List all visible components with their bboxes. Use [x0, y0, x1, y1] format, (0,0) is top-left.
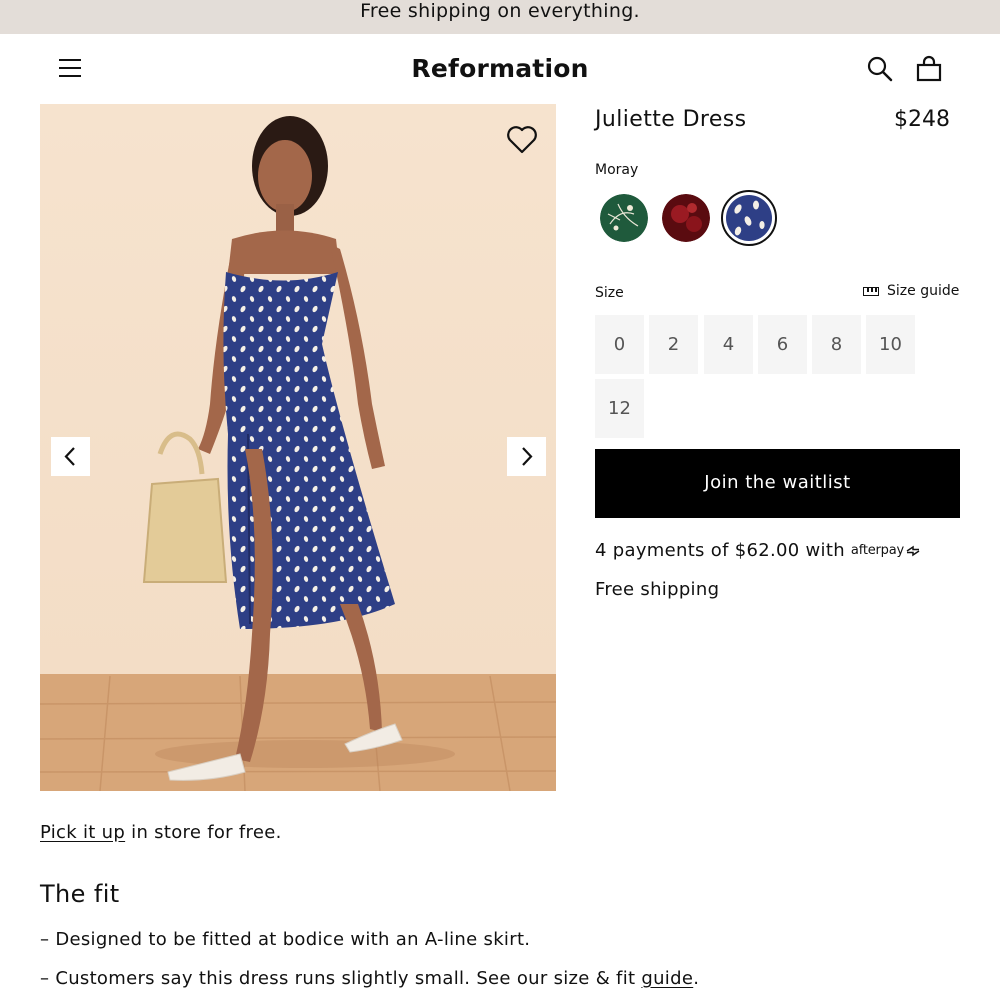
chevron-left-icon	[64, 447, 75, 466]
next-image-button[interactable]	[507, 437, 546, 476]
installments-info: 4 payments of $62.00 with afterpay	[595, 540, 921, 561]
size-guide-link[interactable]: Size guide	[863, 283, 959, 299]
pickup-link[interactable]: Pick it up	[40, 822, 125, 843]
pickup-text: in store for free.	[125, 822, 282, 843]
color-swatch-red[interactable]	[662, 194, 710, 242]
size-option-12[interactable]: 12	[595, 379, 644, 438]
fit-item-2-text: – Customers say this dress runs slightly…	[40, 968, 642, 989]
pickup-note: Pick it up in store for free.	[40, 822, 282, 843]
size-fit-guide-link[interactable]: guide	[641, 968, 693, 989]
afterpay-arrows-icon	[906, 545, 920, 556]
size-option-10[interactable]: 10	[866, 315, 915, 374]
bag-icon[interactable]	[914, 54, 944, 84]
color-swatch-green[interactable]	[600, 194, 648, 242]
heart-icon[interactable]	[505, 124, 539, 156]
fit-heading: The fit	[40, 880, 120, 908]
brand-logo[interactable]: Reformation	[0, 54, 1000, 83]
installments-text: 4 payments of $62.00 with	[595, 540, 845, 561]
search-icon[interactable]	[866, 55, 894, 83]
size-label: Size	[595, 285, 624, 301]
size-option-2[interactable]: 2	[649, 315, 698, 374]
product-image-gallery[interactable]	[40, 104, 556, 791]
join-waitlist-button[interactable]: Join the waitlist	[595, 449, 960, 518]
size-option-4[interactable]: 4	[704, 315, 753, 374]
color-swatch-moray[interactable]	[721, 190, 777, 246]
selected-color-name: Moray	[595, 162, 639, 178]
size-option-6[interactable]: 6	[758, 315, 807, 374]
prev-image-button[interactable]	[51, 437, 90, 476]
size-option-8[interactable]: 8	[812, 315, 861, 374]
fit-item-2-end: .	[693, 968, 700, 989]
promo-bar: Free shipping on everything.	[0, 0, 1000, 34]
size-option-0[interactable]: 0	[595, 315, 644, 374]
fit-item-1: – Designed to be fitted at bodice with a…	[40, 929, 531, 950]
product-price: $248	[894, 107, 950, 132]
chevron-right-icon	[522, 447, 533, 466]
fit-item-2: – Customers say this dress runs slightly…	[40, 968, 699, 989]
size-guide-label: Size guide	[887, 283, 960, 299]
promo-text: Free shipping on everything.	[360, 0, 640, 22]
ruler-icon	[863, 286, 879, 296]
free-shipping-note: Free shipping	[595, 579, 720, 600]
product-photo	[40, 104, 556, 791]
site-header: Reformation	[0, 34, 1000, 104]
product-name: Juliette Dress	[595, 107, 747, 132]
afterpay-logo[interactable]: afterpay	[851, 543, 904, 558]
